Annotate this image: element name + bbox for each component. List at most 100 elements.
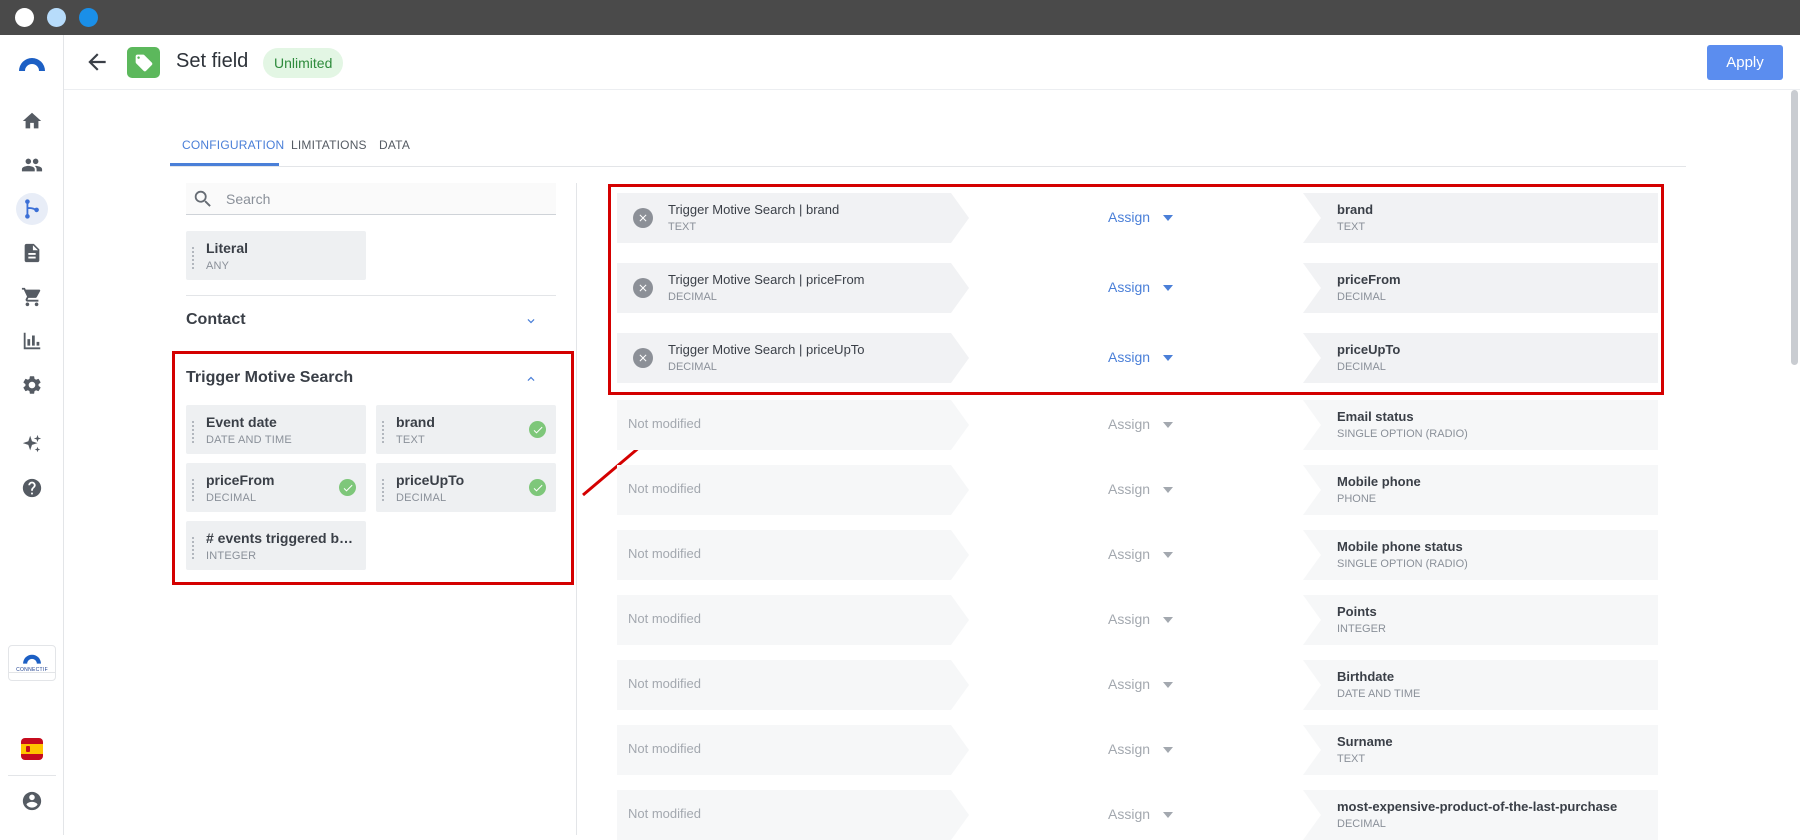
not-modified-label: Not modified: [628, 611, 701, 626]
mapping-target-type: DECIMAL: [1337, 291, 1386, 303]
vertical-scrollbar[interactable]: [1791, 90, 1798, 365]
chevron-down-icon[interactable]: [524, 314, 538, 328]
chevron-separator-icon: [1303, 725, 1321, 775]
caret-down-icon[interactable]: [1163, 747, 1173, 753]
assign-dropdown[interactable]: Assign: [1108, 806, 1150, 822]
caret-down-icon[interactable]: [1163, 812, 1173, 818]
assign-dropdown[interactable]: Assign: [1108, 416, 1150, 432]
mapping-target-name: Surname: [1337, 734, 1393, 749]
chevron-separator-icon: [1303, 263, 1321, 313]
mapping-row: Trigger Motive Search | brand TEXT Assign b…: [617, 193, 1658, 243]
field-chip-literal[interactable]: Literal ANY: [186, 231, 366, 280]
mapping-target: [1303, 725, 1658, 775]
mapping-target: [1303, 790, 1658, 840]
mapping-target-type: PHONE: [1337, 493, 1377, 505]
caret-down-icon[interactable]: [1163, 215, 1173, 221]
apply-button[interactable]: Apply: [1707, 45, 1783, 80]
help-icon[interactable]: [16, 472, 48, 504]
window-close-dot[interactable]: [15, 8, 34, 27]
assign-dropdown[interactable]: Assign: [1108, 611, 1150, 627]
chevron-separator-icon: [951, 333, 969, 383]
chevron-separator-icon: [951, 465, 969, 515]
mapping-source-name: Trigger Motive Search | priceUpTo: [668, 342, 865, 357]
assign-dropdown[interactable]: Assign: [1108, 676, 1150, 692]
remove-mapping-icon[interactable]: [633, 348, 653, 368]
mapping-target-name: Email status: [1337, 409, 1414, 424]
mapping-row: Not modified Assign Points INTEGER: [617, 595, 1658, 645]
mapping-target: [1303, 465, 1658, 515]
content-icon[interactable]: [16, 237, 48, 269]
mapping-target-name: priceFrom: [1337, 272, 1401, 287]
workflows-icon[interactable]: [16, 193, 48, 225]
field-name: Literal: [206, 240, 249, 256]
caret-down-icon[interactable]: [1163, 285, 1173, 291]
chevron-separator-icon: [1303, 333, 1321, 383]
user-account-icon[interactable]: [16, 785, 48, 817]
reports-icon[interactable]: [16, 325, 48, 357]
contacts-icon[interactable]: [16, 149, 48, 181]
mapping-target: [1303, 660, 1658, 710]
home-icon[interactable]: [16, 105, 48, 137]
mapping-source[interactable]: [617, 263, 951, 313]
caret-down-icon[interactable]: [1163, 552, 1173, 558]
assign-dropdown[interactable]: Assign: [1108, 481, 1150, 497]
mapping-target-name: Mobile phone: [1337, 474, 1421, 489]
chevron-separator-icon: [1303, 530, 1321, 580]
assign-dropdown[interactable]: Assign: [1108, 349, 1150, 365]
chevron-separator-icon: [951, 725, 969, 775]
window-minimize-dot[interactable]: [47, 8, 66, 27]
mapping-target-type: TEXT: [1337, 221, 1366, 233]
sidebar: CONNECTIF: [0, 35, 64, 835]
connectif-account-logo[interactable]: CONNECTIF: [8, 645, 56, 681]
tab-configuration[interactable]: CONFIGURATION: [182, 138, 284, 152]
mapping-source-name: Trigger Motive Search | priceFrom: [668, 272, 865, 287]
active-tab-indicator: [170, 163, 279, 166]
page-header: Set field Unlimited Apply: [64, 35, 1800, 90]
mapping-target: [1303, 263, 1658, 313]
assign-dropdown[interactable]: Assign: [1108, 546, 1150, 562]
chevron-separator-icon: [951, 595, 969, 645]
remove-mapping-icon[interactable]: [633, 208, 653, 228]
mapping-source[interactable]: [617, 193, 951, 243]
caret-down-icon[interactable]: [1163, 487, 1173, 493]
caret-down-icon[interactable]: [1163, 355, 1173, 361]
mapping-row: Not modified Assign Birthdate DATE AND TIME: [617, 660, 1658, 710]
mapping-target-type: DECIMAL: [1337, 361, 1386, 373]
mapping-row: Not modified Assign Mobile phone PHONE: [617, 465, 1658, 515]
remove-mapping-icon[interactable]: [633, 278, 653, 298]
back-arrow-icon[interactable]: [84, 49, 110, 75]
section-title-contact[interactable]: Contact: [186, 311, 246, 329]
caret-down-icon[interactable]: [1163, 422, 1173, 428]
caret-down-icon[interactable]: [1163, 617, 1173, 623]
mapping-target-name: brand: [1337, 202, 1374, 217]
mapping-target-name: priceUpTo: [1337, 342, 1401, 357]
assign-dropdown[interactable]: Assign: [1108, 209, 1150, 225]
mapping-target-name: Birthdate: [1337, 669, 1395, 684]
not-modified-label: Not modified: [628, 416, 701, 431]
chevron-separator-icon: [951, 790, 969, 840]
mapping-row: Trigger Motive Search | priceFrom DECIMAL…: [617, 263, 1658, 313]
search-input[interactable]: [226, 189, 546, 209]
highlight-box-trigger-fields: [172, 351, 574, 585]
mapping-target-type: DECIMAL: [1337, 818, 1386, 830]
language-flag-icon[interactable]: [21, 738, 43, 760]
field-search: [186, 183, 556, 215]
ai-sparkle-icon[interactable]: [16, 428, 48, 460]
assign-dropdown[interactable]: Assign: [1108, 279, 1150, 295]
window-titlebar: [0, 0, 1800, 35]
store-icon[interactable]: [16, 281, 48, 313]
settings-icon[interactable]: [16, 369, 48, 401]
tab-limitations[interactable]: LIMITATIONS: [291, 138, 367, 152]
mapping-source-type: DECIMAL: [668, 361, 717, 373]
assign-dropdown[interactable]: Assign: [1108, 741, 1150, 757]
account-brand-label: CONNECTIF: [16, 666, 48, 673]
caret-down-icon[interactable]: [1163, 682, 1173, 688]
chevron-separator-icon: [951, 193, 969, 243]
connectif-logo-icon[interactable]: [16, 49, 48, 81]
mapping-source[interactable]: [617, 333, 951, 383]
tab-data[interactable]: DATA: [379, 138, 410, 152]
window-maximize-dot[interactable]: [79, 8, 98, 27]
mapping-target-type: INTEGER: [1337, 623, 1386, 635]
mapping-source-type: DECIMAL: [668, 291, 717, 303]
drag-handle-icon[interactable]: [192, 247, 198, 269]
